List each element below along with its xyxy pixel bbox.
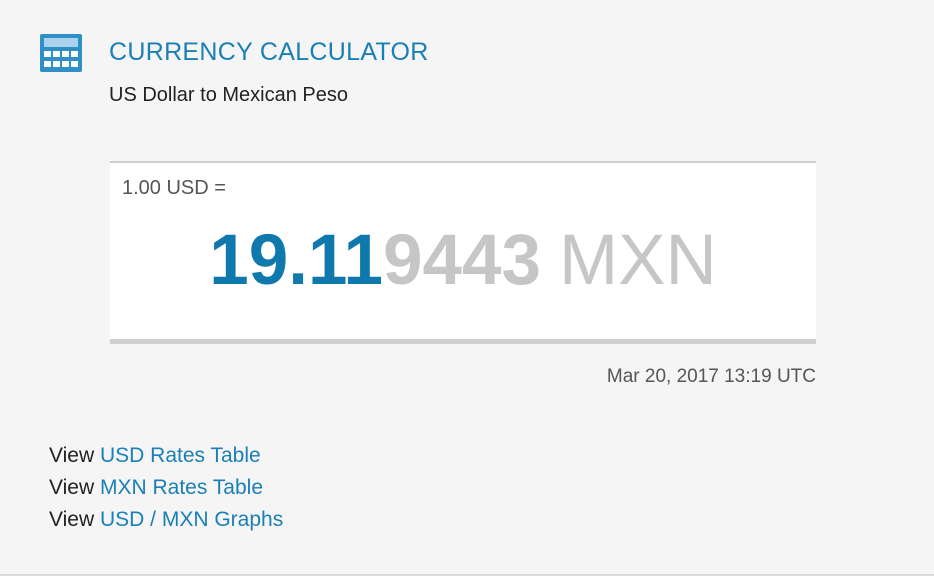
rate-timestamp: Mar 20, 2017 13:19 UTC (606, 366, 816, 387)
link-prefix: View (49, 444, 95, 467)
page-subtitle: US Dollar to Mexican Peso (109, 84, 348, 106)
usd-rates-table-link[interactable]: USD Rates Table (100, 444, 261, 467)
conversion-rate: 19.119443 MXN (110, 225, 816, 296)
related-links: View USD Rates Table View MXN Rates Tabl… (49, 440, 283, 536)
rate-major-digits: 19.11 (209, 221, 384, 300)
base-amount-label: 1.00 USD = (122, 177, 226, 199)
link-row-usd-rates: View USD Rates Table (49, 440, 283, 472)
target-currency-code: MXN (558, 221, 717, 300)
link-row-graphs: View USD / MXN Graphs (49, 504, 283, 536)
rate-minor-digits: 9443 (383, 221, 541, 300)
conversion-result-panel: 1.00 USD = 19.119443 MXN (110, 161, 816, 344)
mxn-rates-table-link[interactable]: MXN Rates Table (100, 476, 263, 499)
link-prefix: View (49, 476, 95, 499)
calculator-icon (40, 34, 82, 72)
usd-mxn-graphs-link[interactable]: USD / MXN Graphs (100, 508, 283, 531)
link-prefix: View (49, 508, 95, 531)
page-title: CURRENCY CALCULATOR (109, 38, 429, 66)
link-row-mxn-rates: View MXN Rates Table (49, 472, 283, 504)
